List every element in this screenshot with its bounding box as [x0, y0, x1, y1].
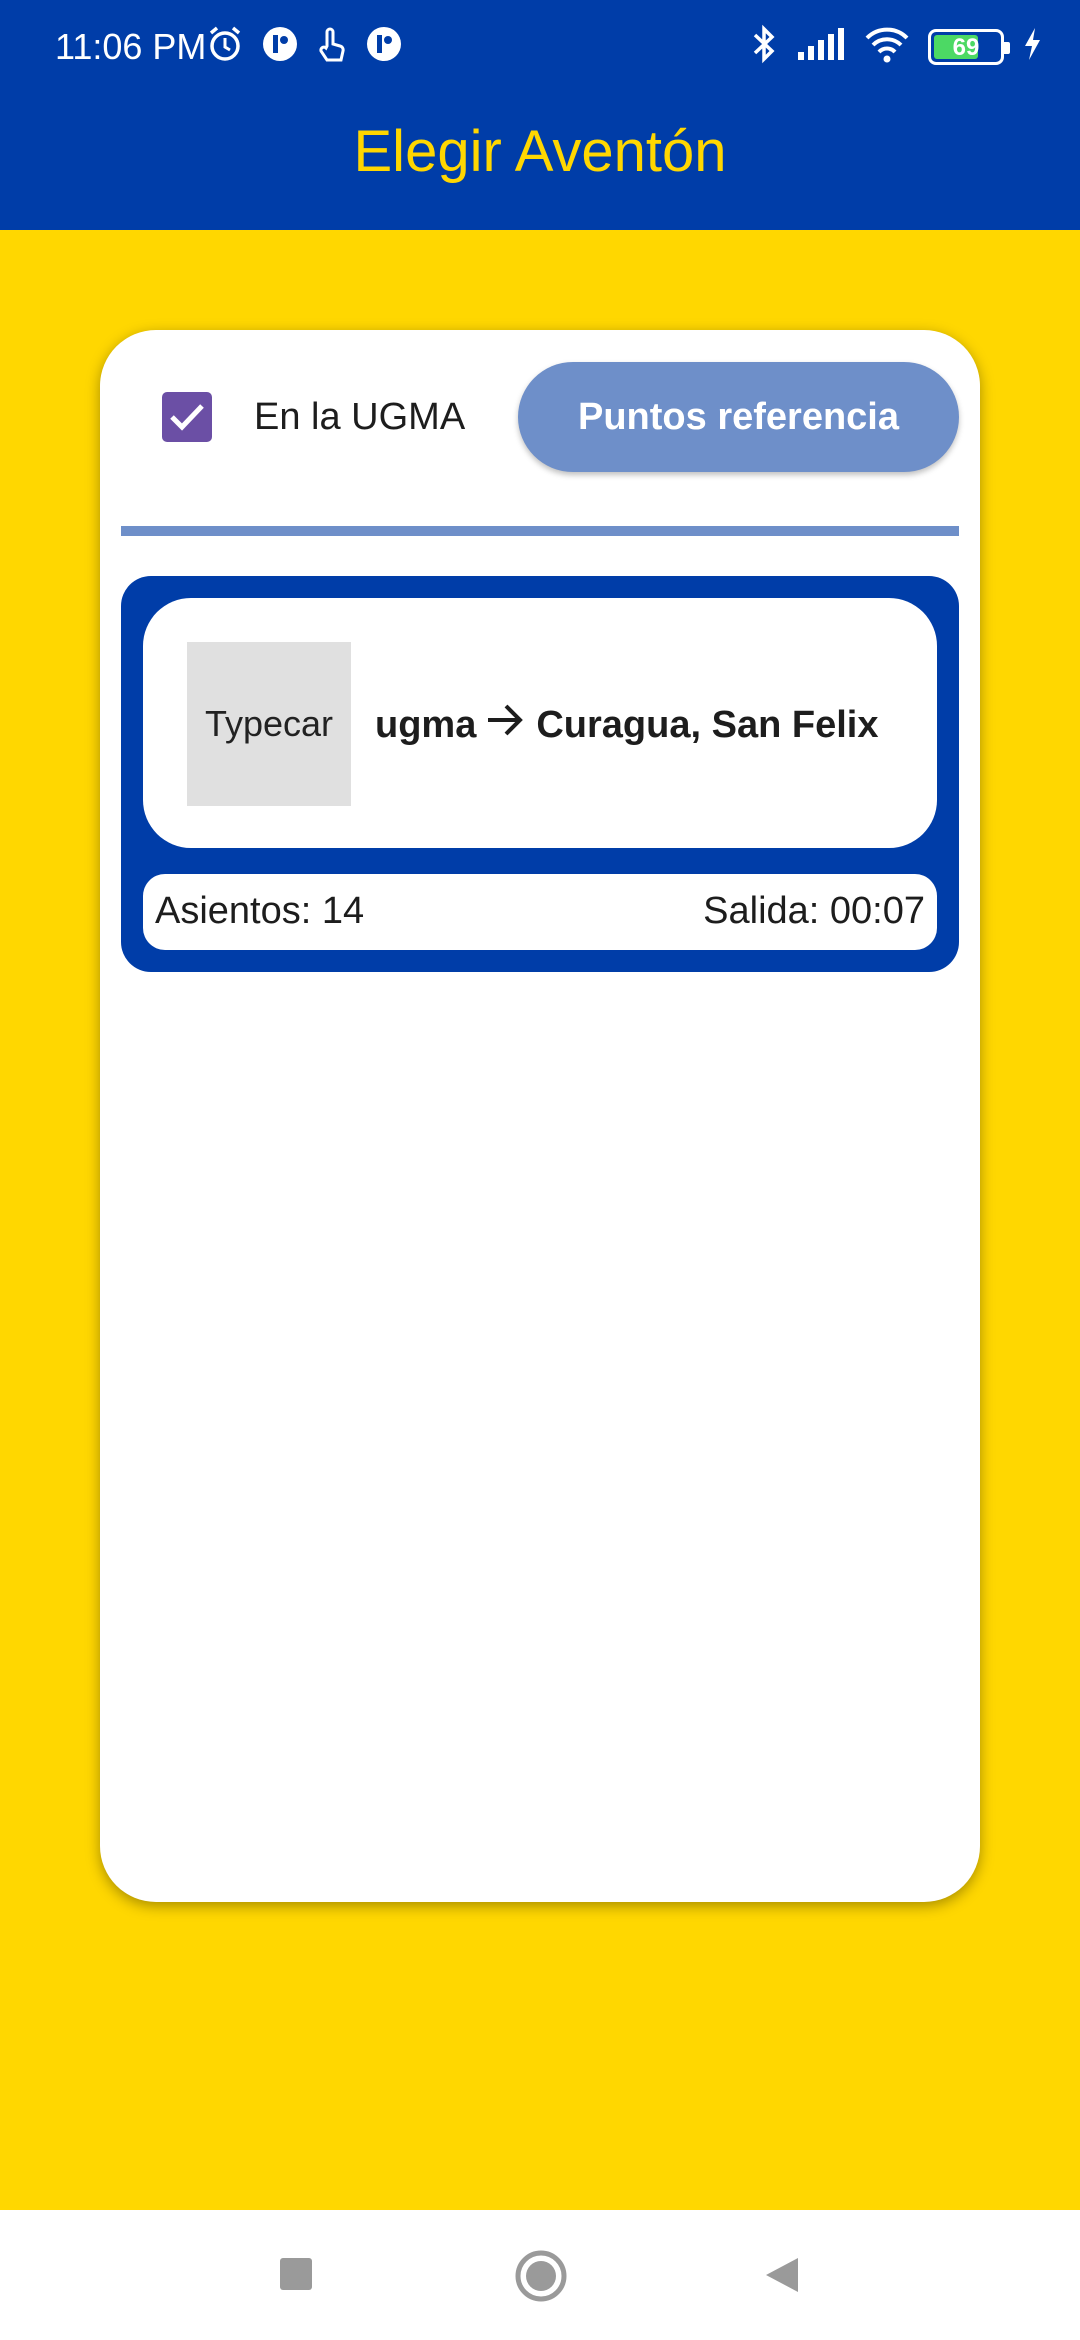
status-bar: 11:06 PM 69: [0, 0, 1080, 96]
square-icon: [280, 2258, 312, 2290]
ride-card[interactable]: Typecar ugma Curagua, San Felix Asientos…: [121, 576, 959, 972]
touch-icon: [315, 24, 349, 64]
wifi-icon: [864, 25, 910, 68]
home-button[interactable]: [514, 2250, 568, 2309]
route: ugma Curagua, San Felix: [375, 702, 878, 748]
app-notification-icon: [261, 25, 299, 63]
recents-button[interactable]: [278, 2250, 314, 2305]
seats-count: Asientos: 14: [155, 890, 365, 932]
battery-level: 69: [952, 33, 980, 61]
triangle-back-icon: [766, 2258, 798, 2292]
page-title: Elegir Aventón: [353, 119, 727, 184]
checkbox-label: En la UGMA: [254, 396, 466, 438]
divider: [121, 526, 959, 536]
main-card: En la UGMA Puntos referencia Typecar ugm…: [100, 330, 980, 1902]
app-bar: 11:06 PM 69 Elegir Aventón: [0, 0, 1080, 230]
charging-icon: [1022, 26, 1042, 67]
status-right-icons: 69: [750, 24, 1042, 69]
departure-time: Salida: 00:07: [703, 890, 925, 932]
bluetooth-icon: [750, 24, 778, 69]
checkmark-icon: [170, 404, 204, 431]
signal-icon: [796, 26, 846, 67]
ugma-checkbox[interactable]: [162, 392, 212, 442]
system-nav-bar: [0, 2210, 1080, 2340]
reference-points-button[interactable]: Puntos referencia: [518, 362, 959, 472]
back-button[interactable]: [762, 2250, 802, 2305]
circle-icon: [515, 2250, 567, 2302]
vehicle-label: Typecar: [204, 703, 334, 744]
arrow-right-icon: [486, 702, 526, 748]
status-time: 11:06 PM: [55, 26, 207, 67]
app-notification-icon: [365, 25, 403, 63]
alarm-icon: [205, 24, 245, 64]
route-origin: ugma: [375, 703, 477, 746]
status-left-icons: [205, 24, 403, 64]
ride-info: Typecar ugma Curagua, San Felix: [143, 598, 937, 848]
battery-icon: 69: [928, 28, 1010, 65]
ride-footer: Asientos: 14 Salida: 00:07: [143, 874, 937, 950]
vehicle-image: Typecar: [187, 642, 351, 806]
route-destination: Curagua, San Felix: [536, 703, 879, 746]
